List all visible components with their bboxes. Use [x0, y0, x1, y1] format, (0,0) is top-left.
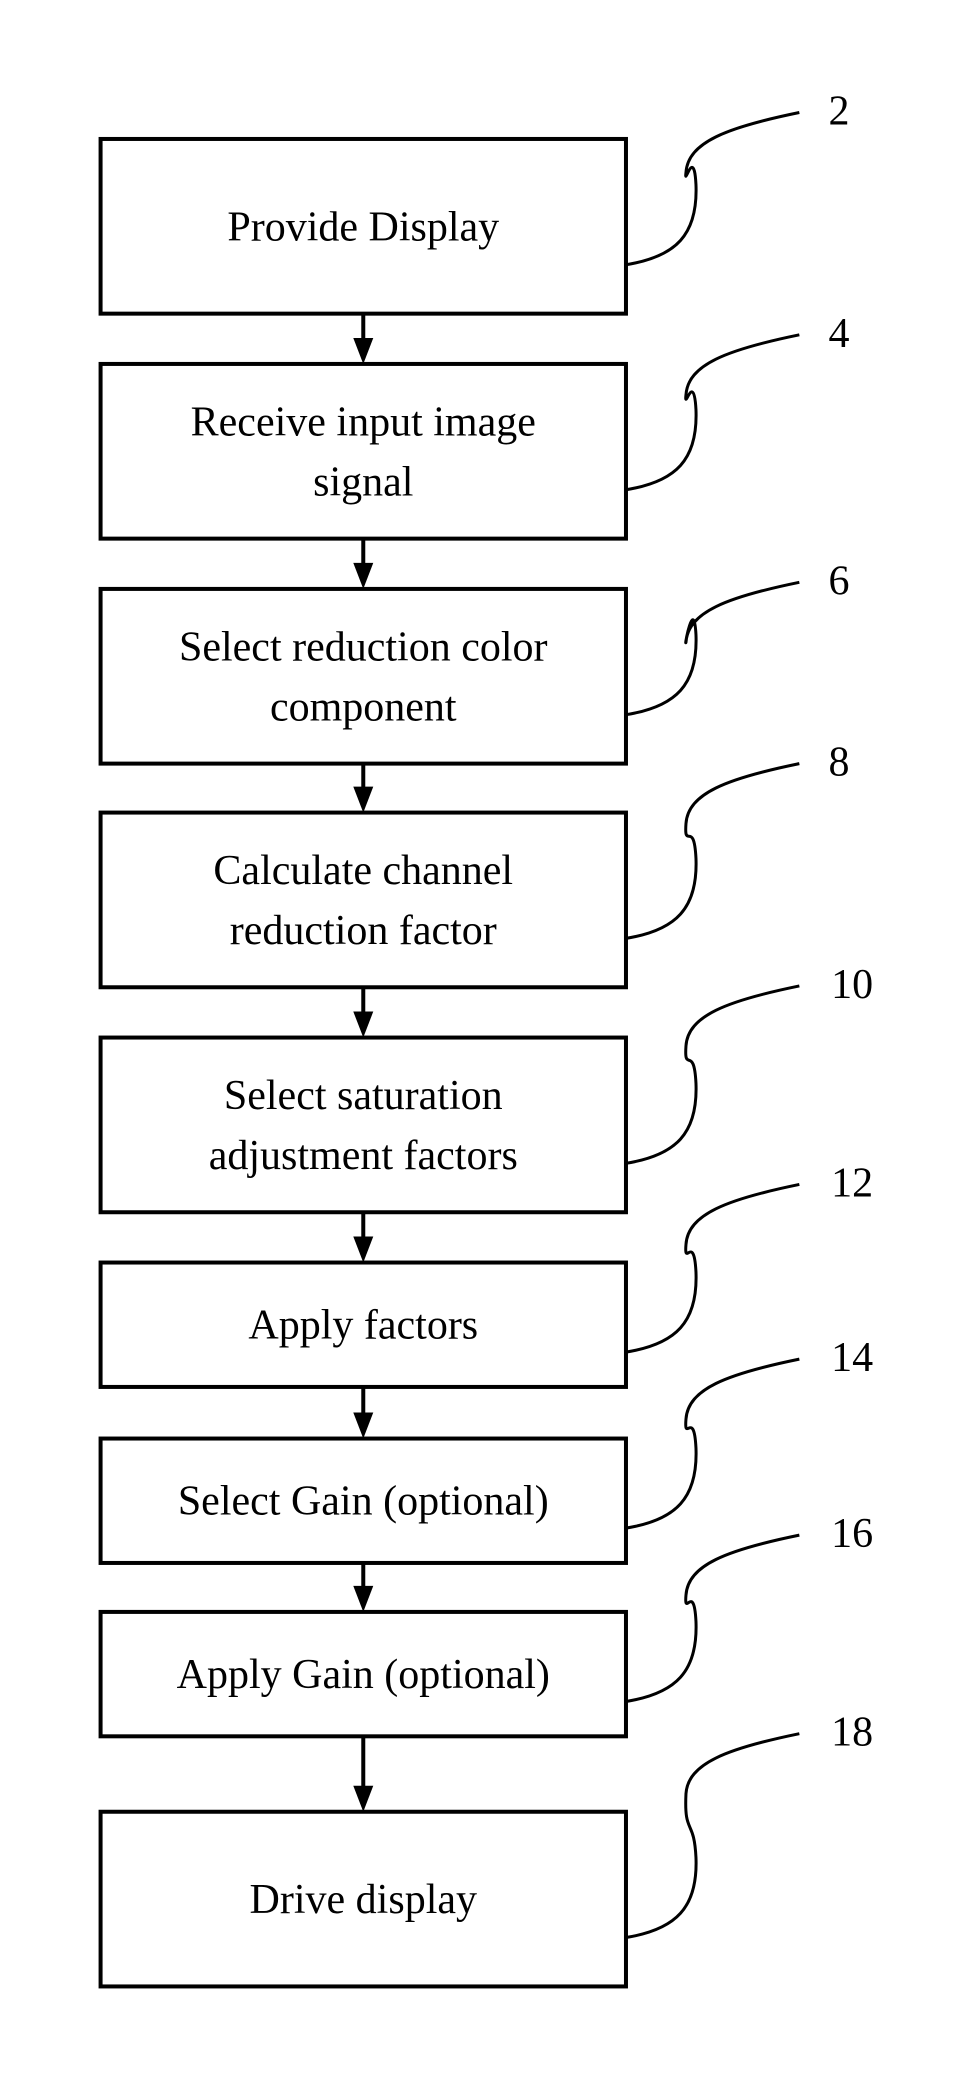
flow-arrow	[353, 313, 374, 364]
flow-arrow	[353, 1562, 374, 1612]
step-label: signal	[313, 459, 413, 505]
leader-line	[625, 762, 800, 940]
reference-number: 16	[831, 1511, 873, 1557]
step-label: Apply Gain (optional)	[177, 1652, 550, 1698]
step-label: adjustment factors	[209, 1133, 518, 1179]
flow-arrow	[353, 1736, 374, 1812]
step-box	[98, 361, 628, 541]
flow-step: Calculate channel reduction factor 8	[98, 740, 849, 990]
reference-number: 6	[828, 558, 849, 604]
leader-line	[625, 1732, 800, 1940]
flow-step: Receive input image signal 4	[98, 311, 849, 541]
flow-step: Select saturation adjustment factors 10	[98, 962, 873, 1215]
step-label: Drive display	[250, 1877, 477, 1923]
flow-step: Select reduction color component 6	[98, 558, 849, 766]
leader-line	[625, 1182, 800, 1354]
step-label: Calculate channel	[213, 848, 513, 894]
flow-arrow	[353, 1212, 374, 1263]
leader-line	[625, 1357, 800, 1530]
leader-line	[625, 333, 800, 492]
flowchart: Provide Display 2 Receive input image signa…	[98, 88, 873, 1989]
step-label: Select saturation	[224, 1073, 503, 1119]
reference-number: 4	[828, 311, 849, 357]
reference-number: 10	[831, 962, 873, 1008]
step-box	[98, 586, 628, 766]
leader-line	[625, 111, 800, 267]
reference-number: 18	[831, 1710, 873, 1756]
flow-arrow	[353, 1386, 374, 1439]
step-label: reduction factor	[230, 908, 497, 954]
flow-step: Provide Display 2	[98, 88, 849, 316]
step-box	[98, 1035, 628, 1215]
reference-number: 2	[828, 88, 849, 134]
leader-line	[625, 1533, 800, 1703]
flow-arrow	[353, 538, 374, 589]
step-label: Select Gain (optional)	[178, 1479, 549, 1525]
step-box	[98, 810, 628, 990]
leader-line	[625, 984, 800, 1165]
leader-line	[625, 580, 800, 717]
reference-number: 14	[831, 1335, 873, 1381]
flow-arrow	[353, 987, 374, 1038]
step-label: Receive input image	[191, 399, 536, 445]
flow-arrow	[353, 763, 374, 813]
step-label: Apply factors	[248, 1303, 478, 1349]
reference-number: 12	[831, 1160, 873, 1206]
flow-step: Drive display 18	[98, 1710, 873, 1989]
step-label: Select reduction color	[179, 624, 548, 670]
step-label: Provide Display	[227, 204, 499, 250]
step-label: component	[270, 684, 457, 730]
reference-number: 8	[828, 740, 849, 786]
